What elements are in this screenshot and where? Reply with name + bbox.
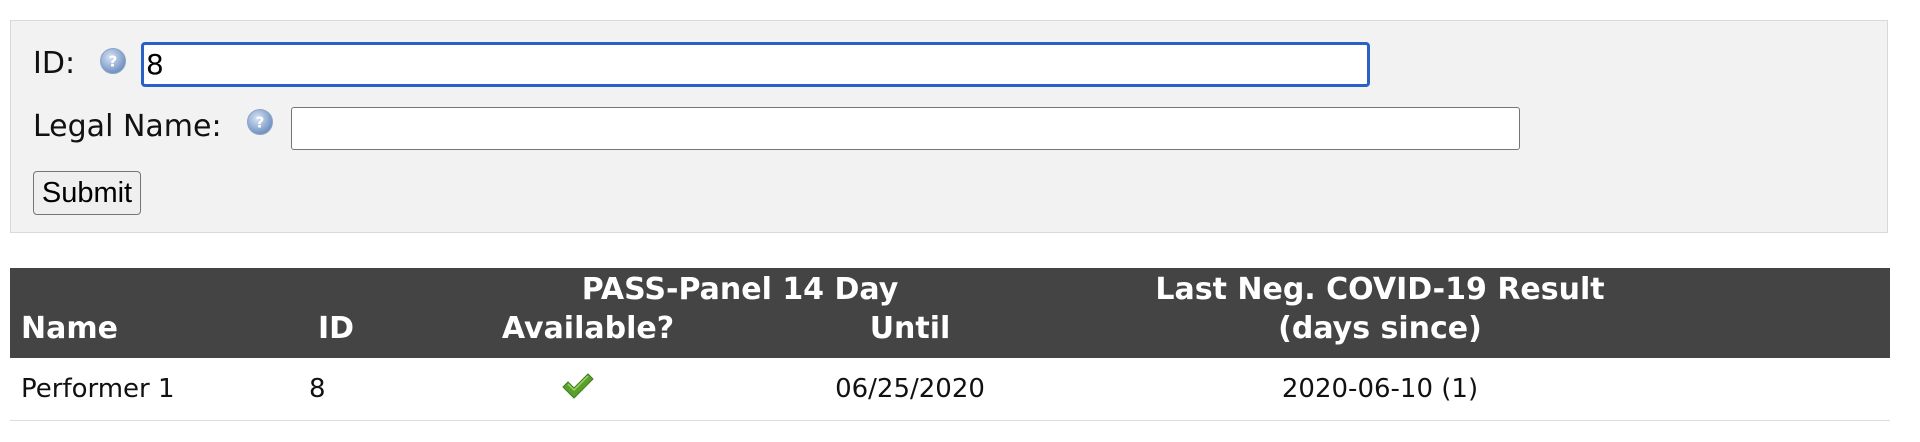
column-header-name: Name (21, 311, 118, 346)
help-icon[interactable]: ? (246, 108, 274, 136)
submit-button[interactable]: Submit (33, 171, 141, 215)
column-header-id: ID (318, 311, 355, 346)
cell-until: 06/25/2020 (835, 374, 985, 404)
legal-name-label: Legal Name: (33, 109, 222, 144)
search-form-panel: ID: ? Legal Name: ? Su (10, 20, 1888, 233)
legal-name-input[interactable] (291, 107, 1520, 150)
column-group-header-pass-panel: PASS-Panel 14 Day (581, 272, 899, 307)
cell-name: Performer 1 (21, 374, 175, 404)
column-header-days-since: (days since) (1278, 311, 1482, 346)
id-label: ID: (33, 46, 76, 81)
svg-text:?: ? (109, 53, 118, 71)
table-header: Name ID PASS-Panel 14 Day Available? Unt… (10, 268, 1890, 358)
column-header-until: Until (869, 311, 951, 346)
column-header-available: Available? (501, 311, 675, 346)
svg-text:?: ? (256, 114, 265, 132)
table-row: Performer 1 8 06/25/2020 2020-06-10 (1) (10, 358, 1890, 421)
results-table: Name ID PASS-Panel 14 Day Available? Unt… (10, 268, 1890, 421)
cell-id: 8 (309, 374, 326, 404)
help-icon[interactable]: ? (99, 47, 127, 75)
cell-last-negative-covid: 2020-06-10 (1) (1281, 374, 1479, 404)
checkmark-icon (561, 371, 595, 401)
id-input[interactable] (141, 42, 1370, 87)
column-header-last-negative-covid: Last Neg. COVID-19 Result (1155, 272, 1605, 307)
